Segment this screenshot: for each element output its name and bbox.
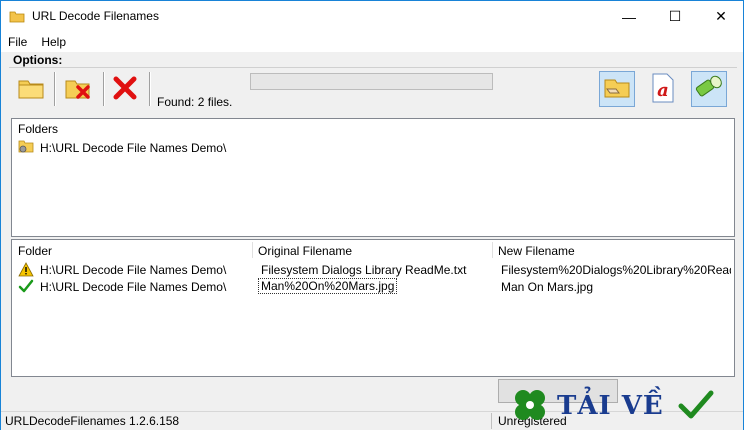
- toolbar: Found: 2 files. a: [9, 67, 737, 111]
- toolbar-separator: [54, 72, 56, 106]
- found-count: Found: 2 files.: [157, 95, 233, 109]
- folder-path: H:\URL Decode File Names Demo\: [40, 140, 227, 155]
- cell-original: Filesystem Dialogs Library ReadMe.txt: [261, 263, 467, 277]
- folder-hand-icon: [602, 75, 632, 104]
- table-row[interactable]: H:\URL Decode File Names Demo\ Filesyste…: [12, 261, 734, 278]
- open-folder-icon: [17, 76, 45, 103]
- column-header-folder[interactable]: Folder: [18, 244, 52, 258]
- minimize-icon: —: [622, 8, 636, 25]
- column-header-original[interactable]: Original Filename: [258, 244, 352, 258]
- remove-folder-icon: [64, 75, 94, 104]
- toolbar-separator: [149, 72, 151, 106]
- folders-header: Folders: [18, 122, 59, 136]
- watermark-text: TẢI VỀ: [557, 391, 664, 421]
- remove-folder-button[interactable]: [61, 71, 97, 107]
- window-title: URL Decode Filenames: [32, 9, 159, 23]
- menu-help[interactable]: Help: [34, 32, 73, 52]
- cell-new: Man On Mars.jpg: [501, 280, 594, 294]
- toolbar-separator: [103, 72, 105, 106]
- column-header-new[interactable]: New Filename: [498, 244, 575, 258]
- folders-panel: Folders H:\URL Decode File Names Demo\: [11, 118, 735, 237]
- close-button[interactable]: ✕: [698, 1, 744, 32]
- status-divider: [491, 413, 492, 429]
- close-icon: ✕: [715, 8, 727, 24]
- font-button[interactable]: a: [645, 71, 681, 107]
- app-folder-icon: [9, 9, 25, 23]
- folder-gear-icon: [18, 138, 34, 157]
- cell-folder: H:\URL Decode File Names Demo\: [40, 280, 227, 294]
- folder-item[interactable]: H:\URL Decode File Names Demo\: [18, 138, 226, 157]
- menu-file[interactable]: File: [1, 32, 34, 52]
- watermark-check-icon: [678, 389, 714, 424]
- title-bar[interactable]: URL Decode Filenames — ☐ ✕: [1, 1, 743, 32]
- column-divider[interactable]: [492, 242, 493, 258]
- cell-new: Filesystem%20Dialogs%20Library%20Read...: [501, 263, 731, 277]
- menu-bar: File Help: [1, 32, 743, 52]
- checkmark-icon: [18, 279, 34, 297]
- progress-bar: [250, 73, 493, 90]
- clover-icon: [509, 384, 551, 429]
- maximize-button[interactable]: ☐: [652, 1, 698, 32]
- minimize-button[interactable]: —: [606, 1, 652, 32]
- svg-text:a: a: [657, 80, 669, 101]
- version-text: URLDecodeFilenames 1.2.6.158: [5, 414, 180, 428]
- watermark: TẢI VỀ: [509, 381, 744, 430]
- column-divider[interactable]: [252, 242, 253, 258]
- clear-button[interactable]: [107, 71, 143, 107]
- maximize-icon: ☐: [668, 8, 682, 24]
- letter-a-icon: a: [651, 73, 675, 106]
- table-row[interactable]: H:\URL Decode File Names Demo\ Man%20On%…: [12, 278, 734, 295]
- files-panel: Folder Original Filename New Filename H:…: [11, 239, 735, 377]
- options-label: Options:: [13, 53, 63, 67]
- delete-x-icon: [112, 75, 138, 104]
- folder-options-button[interactable]: [599, 71, 635, 107]
- cell-original-selected[interactable]: Man%20On%20Mars.jpg: [258, 278, 398, 294]
- cell-folder: H:\URL Decode File Names Demo\: [40, 263, 227, 277]
- app-window: URL Decode Filenames — ☐ ✕ File Help Opt…: [0, 0, 744, 430]
- add-folder-button[interactable]: [13, 71, 49, 107]
- flashlight-icon: [694, 75, 724, 104]
- run-button[interactable]: [691, 71, 727, 107]
